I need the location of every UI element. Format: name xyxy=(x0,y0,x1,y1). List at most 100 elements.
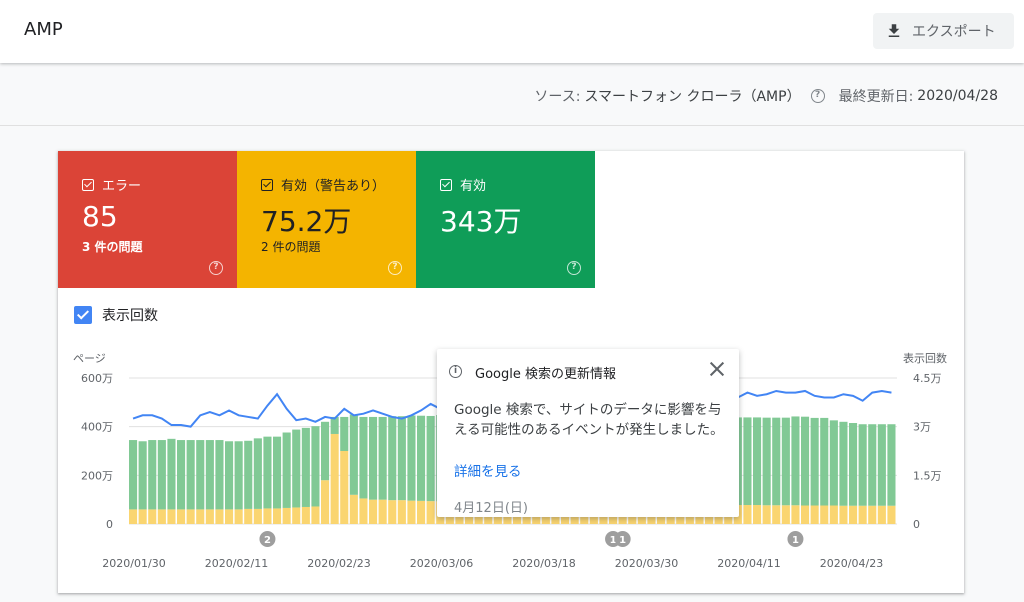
bar-valid xyxy=(388,416,397,501)
bar-valid xyxy=(273,436,282,509)
bar-warning xyxy=(138,509,147,524)
y-tick-left: 0 xyxy=(106,518,113,531)
bar-warning xyxy=(292,507,301,524)
y-tick-left: 400万 xyxy=(81,421,113,434)
popup-title: Google 検索の更新情報 xyxy=(475,367,616,382)
bar-valid xyxy=(311,426,320,507)
bar-warning xyxy=(369,499,378,524)
bar-warning xyxy=(263,508,272,524)
bar-warning xyxy=(186,509,195,524)
bar-warning xyxy=(791,505,800,524)
x-tick-label: 2020/02/23 xyxy=(307,557,370,570)
bar-warning xyxy=(244,508,253,524)
bar-warning xyxy=(839,505,848,524)
bar-valid xyxy=(282,432,291,508)
bar-valid xyxy=(253,438,262,509)
bar-warning xyxy=(781,505,790,524)
bar-warning xyxy=(234,509,243,524)
bar-warning xyxy=(196,509,205,524)
bar-valid xyxy=(349,414,358,495)
annotation-label: 2 xyxy=(264,535,271,546)
bar-valid xyxy=(791,416,800,506)
bar-warning xyxy=(349,494,358,524)
x-tick-label: 2020/04/11 xyxy=(717,557,780,570)
bar-warning xyxy=(877,505,886,524)
bar-valid xyxy=(157,440,166,510)
annotation-label: 1 xyxy=(619,535,626,546)
bar-valid xyxy=(801,416,810,506)
bar-warning xyxy=(801,505,810,524)
close-icon[interactable] xyxy=(709,361,725,377)
bar-warning xyxy=(215,509,224,524)
bar-valid xyxy=(244,440,253,509)
bar-valid xyxy=(167,438,176,510)
bar-valid xyxy=(877,424,886,506)
bar-valid xyxy=(849,423,858,506)
bar-warning xyxy=(129,509,138,524)
bar-valid xyxy=(292,429,301,508)
y-axis-label-left: ページ xyxy=(73,352,106,365)
bar-valid xyxy=(215,440,224,510)
x-tick-label: 2020/03/30 xyxy=(615,557,678,570)
bar-valid xyxy=(839,421,848,506)
y-tick-left: 200万 xyxy=(81,469,113,482)
bar-valid xyxy=(186,440,195,510)
bar-valid xyxy=(829,420,838,506)
bar-valid xyxy=(263,436,272,509)
bar-warning xyxy=(417,500,426,524)
info-icon: i xyxy=(449,365,462,378)
bar-warning xyxy=(743,505,752,524)
bar-valid xyxy=(820,417,829,506)
bar-warning xyxy=(397,500,406,524)
bar-valid xyxy=(868,424,877,506)
bar-warning xyxy=(753,505,762,524)
annotation-label: 1 xyxy=(792,535,799,546)
bar-warning xyxy=(858,505,867,524)
bar-warning xyxy=(148,509,157,524)
y-tick-right: 3万 xyxy=(913,421,931,434)
bar-valid xyxy=(417,415,426,501)
learn-more-link[interactable]: 詳細を見る xyxy=(454,460,522,480)
bar-warning xyxy=(772,505,781,524)
bar-valid xyxy=(378,416,387,500)
bar-valid xyxy=(138,441,147,510)
bar-valid xyxy=(321,421,330,481)
bar-warning xyxy=(321,480,330,524)
bar-valid xyxy=(234,441,243,510)
bar-valid xyxy=(762,417,771,506)
bar-warning xyxy=(330,433,339,524)
x-tick-label: 2020/04/23 xyxy=(820,557,883,570)
bar-valid xyxy=(148,440,157,510)
bar-warning xyxy=(253,508,262,524)
bar-warning xyxy=(273,508,282,524)
bar-valid xyxy=(397,416,406,501)
bar-valid xyxy=(407,415,416,501)
bar-valid xyxy=(340,416,349,451)
popup-body: Google 検索で、サイトのデータに影響を与える可能性のあるイベントが発生しま… xyxy=(454,402,724,438)
bar-valid xyxy=(753,417,762,506)
bar-warning xyxy=(820,505,829,524)
bar-valid xyxy=(772,417,781,506)
bar-valid xyxy=(177,440,186,510)
bar-warning xyxy=(301,506,310,524)
bar-valid xyxy=(359,416,368,499)
bar-valid xyxy=(129,440,138,510)
bar-valid xyxy=(196,440,205,510)
bar-valid xyxy=(781,417,790,506)
bar-warning xyxy=(810,505,819,524)
bar-valid xyxy=(205,440,214,510)
bar-warning xyxy=(157,509,166,524)
bar-valid xyxy=(810,417,819,506)
bar-valid xyxy=(858,424,867,506)
bar-valid xyxy=(369,416,378,500)
x-tick-label: 2020/03/06 xyxy=(410,557,473,570)
search-update-popup: i Google 検索の更新情報 Google 検索で、サイトのデータに影響を与… xyxy=(437,349,739,517)
y-tick-right: 1.5万 xyxy=(913,469,942,482)
bar-warning xyxy=(868,505,877,524)
popup-date: 4月12日(日) xyxy=(454,501,528,516)
bar-warning xyxy=(205,509,214,524)
y-axis-label-right: 表示回数 xyxy=(903,351,947,365)
bar-warning xyxy=(849,505,858,524)
bar-warning xyxy=(311,506,320,524)
bar-warning xyxy=(388,500,397,524)
